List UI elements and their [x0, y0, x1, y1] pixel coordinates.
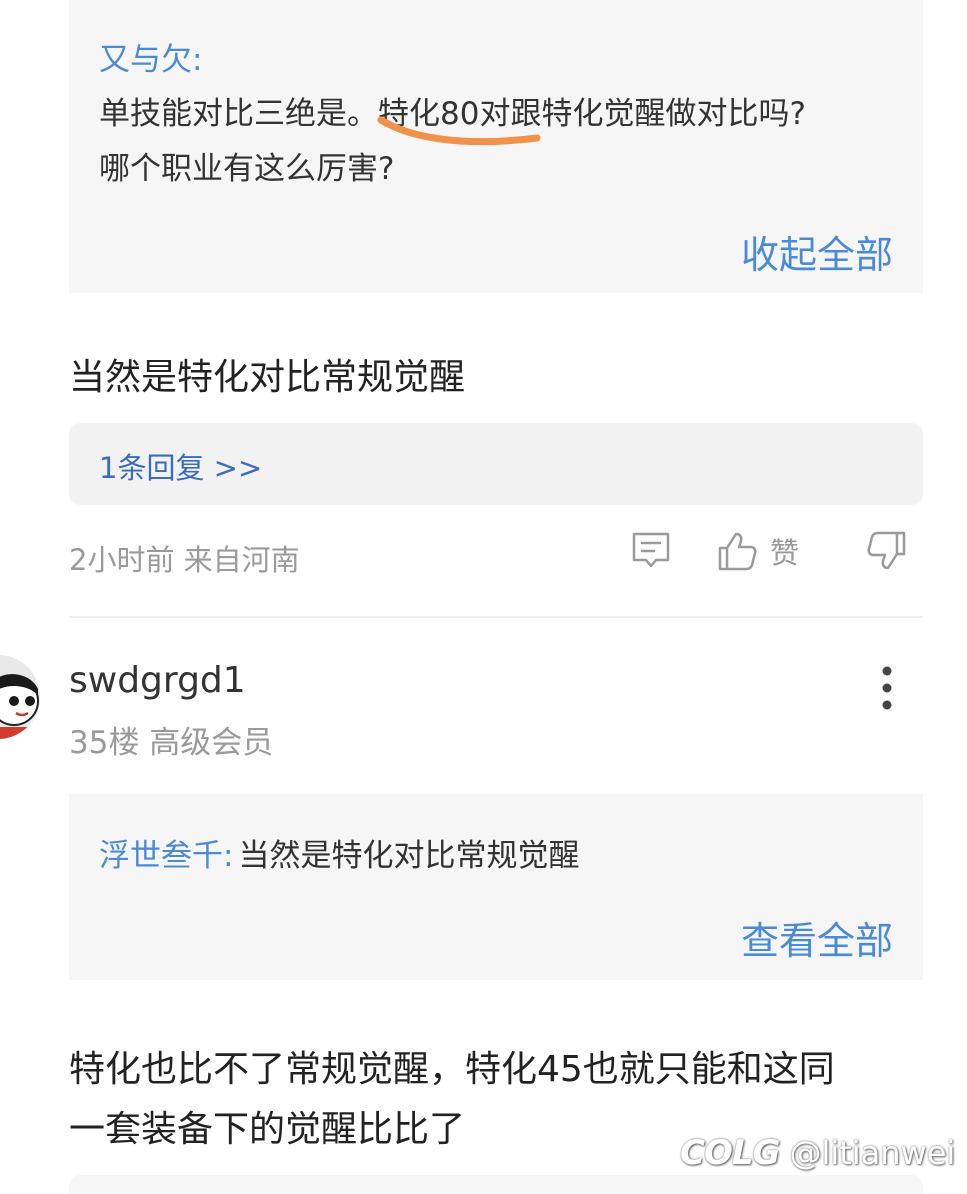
watermark: COLG @litianwei — [680, 1133, 955, 1173]
more-vertical-icon — [882, 666, 892, 710]
comment-body-line-2: 一套装备下的觉醒比比了 — [69, 1109, 466, 1150]
quote-text: 当然是特化对比常规觉醒 — [238, 838, 580, 874]
like-label: 赞 — [770, 536, 800, 570]
like-button[interactable]: 赞 — [716, 530, 799, 572]
view-all-button[interactable]: 查看全部 — [741, 910, 893, 965]
reply-thread-link[interactable]: 1条回复 >> — [69, 423, 923, 505]
reply-button[interactable] — [630, 530, 672, 570]
floor-info: 35楼 高级会员 — [69, 725, 274, 761]
dislike-button[interactable] — [866, 530, 908, 572]
comment-body-line-1: 特化也比不了常规觉醒，特化45也就只能和这同 — [69, 1049, 835, 1090]
quoted-comment-box: 又与欠: 单技能对比三绝是。特化80对跟特化觉醒做对比吗? 哪个职业有这么厉害?… — [69, 0, 923, 293]
more-options-button[interactable] — [872, 664, 902, 712]
comment-body: 当然是特化对比常规觉醒 — [69, 357, 466, 398]
avatar-image — [0, 655, 40, 739]
username[interactable]: swdgrgd1 — [69, 660, 246, 701]
orange-underline-annotation — [377, 116, 541, 146]
avatar[interactable] — [0, 655, 40, 739]
quote-line: 浮世叁千: 当然是特化对比常规觉醒 — [99, 830, 580, 875]
comment-icon — [632, 532, 670, 568]
comment-divider — [69, 616, 923, 618]
next-quote-box — [69, 1175, 923, 1194]
quote-author[interactable]: 又与欠: — [99, 34, 202, 79]
quote-text-line-2: 哪个职业有这么厉害? — [99, 151, 395, 187]
watermark-username: @litianwei — [789, 1134, 956, 1172]
comment-meta: 2小时前 来自河南 — [69, 543, 300, 577]
thumbs-up-icon — [718, 532, 757, 571]
page: 又与欠: 单技能对比三绝是。特化80对跟特化觉醒做对比吗? 哪个职业有这么厉害?… — [0, 0, 967, 1194]
collapse-all-button[interactable]: 收起全部 — [741, 224, 893, 279]
reply-count-label: 1条回复 >> — [99, 451, 263, 485]
thumbs-down-icon — [867, 531, 906, 570]
quote-author[interactable]: 浮世叁千: — [99, 838, 233, 874]
colg-logo: COLG — [680, 1133, 780, 1173]
